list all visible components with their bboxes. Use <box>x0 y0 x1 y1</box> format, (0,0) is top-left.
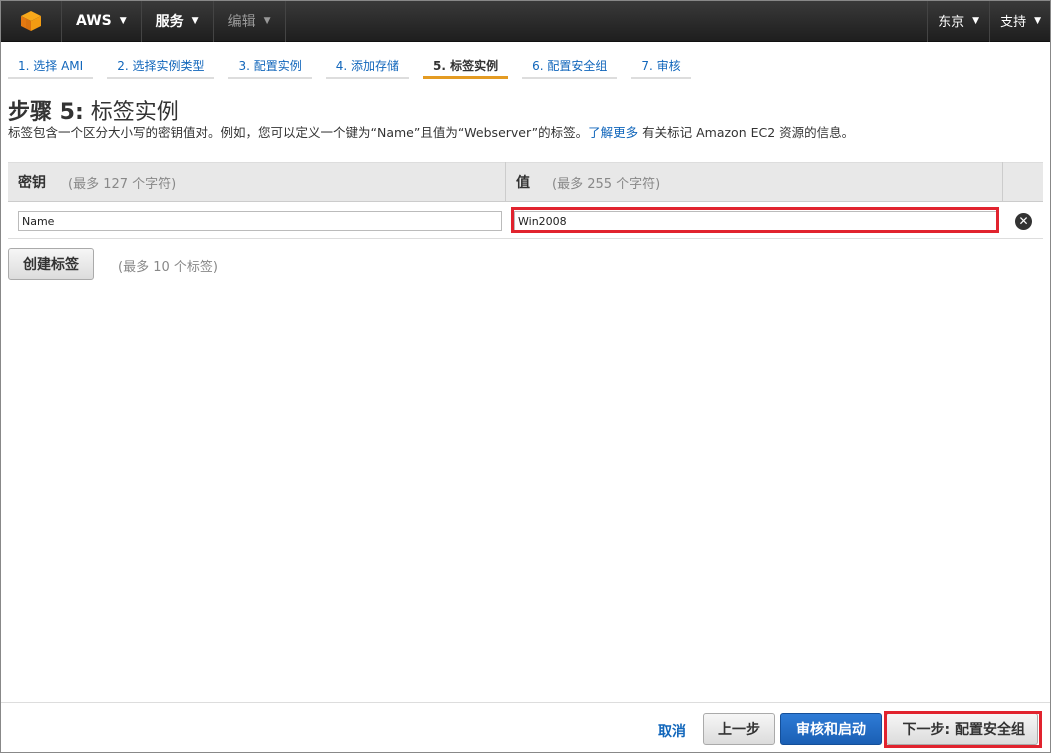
top-nav-bar: AWS ▼ 服务 ▼ 编辑 ▼ 东京 ▼ 支持 ▼ <box>0 0 1051 42</box>
chevron-down-icon: ▼ <box>972 15 980 26</box>
services-menu-label: 服务 <box>155 13 184 30</box>
edit-menu-label: 编辑 <box>227 13 256 30</box>
cancel-link[interactable]: 取消 <box>658 721 686 741</box>
next-security-group-button[interactable]: 下一步: 配置安全组 <box>886 713 1038 745</box>
aws-cube-icon <box>20 10 41 31</box>
description-suffix: 有关标记 Amazon EC2 资源的信息。 <box>638 125 855 140</box>
page-description: 标签包含一个区分大小写的密钥值对。例如，您可以定义一个键为“Name”且值为“W… <box>8 122 854 141</box>
aws-logo[interactable] <box>0 0 62 42</box>
key-header-hint: (最多 127 个字符) <box>68 176 177 192</box>
support-menu[interactable]: 支持 ▼ <box>989 0 1051 42</box>
region-menu-label: 东京 <box>938 15 965 30</box>
key-header-label: 密钥 <box>18 175 46 191</box>
edit-menu[interactable]: 编辑 ▼ <box>214 0 286 42</box>
chevron-down-icon: ▼ <box>1034 15 1041 26</box>
create-tag-button[interactable]: 创建标签 <box>8 248 94 280</box>
value-column-header: 值 (最多 255 个字符) <box>506 162 1003 202</box>
step-tab-security-group[interactable]: 6. 配置安全组 <box>522 53 618 79</box>
services-menu[interactable]: 服务 ▼ <box>142 0 214 42</box>
wizard-footer: 取消 上一步 审核和启动 下一步: 配置安全组 <box>0 702 1051 753</box>
support-menu-label: 支持 <box>1000 15 1027 30</box>
create-tag-hint: (最多 10 个标签) <box>118 260 218 275</box>
tag-value-input[interactable] <box>514 211 998 231</box>
description-text: 标签包含一个区分大小写的密钥值对。例如，您可以定义一个键为“Name”且值为“W… <box>8 125 589 140</box>
step-tab-add-storage[interactable]: 4. 添加存储 <box>325 53 409 79</box>
chevron-down-icon: ▼ <box>191 15 199 26</box>
nav-right-group: 东京 ▼ 支持 ▼ <box>927 0 1051 42</box>
review-and-launch-button[interactable]: 审核和启动 <box>780 713 882 745</box>
aws-menu[interactable]: AWS ▼ <box>62 0 142 42</box>
aws-menu-label: AWS <box>76 12 112 29</box>
region-menu[interactable]: 东京 ▼ <box>927 0 989 42</box>
step-tab-instance-type[interactable]: 2. 选择实例类型 <box>107 53 215 79</box>
step-tab-review[interactable]: 7. 审核 <box>631 53 691 79</box>
learn-more-link[interactable]: 了解更多 <box>588 125 638 140</box>
step-tab-tag-instance[interactable]: 5. 标签实例 <box>422 53 509 79</box>
close-circle-icon[interactable]: ✕ <box>1015 213 1032 230</box>
step-tab-configure-instance[interactable]: 3. 配置实例 <box>228 53 312 79</box>
key-column-header: 密钥 (最多 127 个字符) <box>8 162 506 202</box>
chevron-down-icon: ▼ <box>119 15 127 26</box>
value-header-hint: (最多 255 个字符) <box>552 176 661 192</box>
table-row: ✕ <box>8 203 1043 239</box>
step-tab-choose-ami[interactable]: 1. 选择 AMI <box>8 53 94 79</box>
tag-key-input[interactable] <box>18 211 502 231</box>
previous-button[interactable]: 上一步 <box>703 713 775 745</box>
value-header-label: 值 <box>516 175 530 191</box>
tags-table-header: 密钥 (最多 127 个字符) 值 (最多 255 个字符) <box>8 162 1043 202</box>
wizard-steps: 1. 选择 AMI 2. 选择实例类型 3. 配置实例 4. 添加存储 5. 标… <box>8 53 705 79</box>
chevron-down-icon: ▼ <box>263 15 271 26</box>
